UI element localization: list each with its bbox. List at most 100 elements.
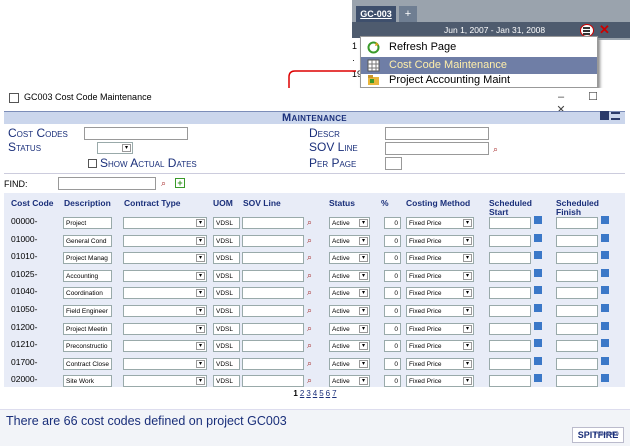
scheduled-finish-input[interactable] [556, 375, 598, 388]
cost-codes-input[interactable] [84, 127, 188, 140]
per-page-input[interactable] [385, 157, 402, 170]
contract-type-select[interactable]: ▾ [123, 322, 207, 335]
scheduled-start-input[interactable] [489, 305, 531, 317]
costing-method-select[interactable]: Fixed Price ▾ [406, 217, 474, 229]
contract-type-select[interactable]: ▾ [123, 234, 207, 247]
page-link[interactable]: 4 [313, 389, 317, 398]
sov-line-input[interactable] [242, 340, 304, 353]
percent-input[interactable]: 0 [384, 252, 401, 265]
page-link[interactable]: 3 [306, 389, 310, 398]
sov-line-input[interactable] [242, 357, 304, 370]
status-select[interactable]: Active ▾ [329, 217, 370, 229]
menu-item-refresh[interactable]: Refresh Page [361, 39, 597, 56]
scheduled-start-input[interactable] [489, 375, 531, 388]
list-icon[interactable] [611, 112, 620, 120]
menu-item-project-accounting[interactable]: Project Accounting Maint [361, 72, 597, 89]
calendar-icon[interactable] [601, 374, 609, 383]
minimize-button[interactable]: – [545, 91, 577, 103]
tab-gc003[interactable]: GC-003 [356, 6, 396, 22]
scheduled-start-input[interactable] [489, 322, 531, 335]
calendar-icon[interactable] [534, 251, 542, 260]
percent-input[interactable]: 0 [384, 305, 401, 317]
scheduled-finish-input[interactable] [556, 287, 598, 300]
scheduled-finish-input[interactable] [556, 305, 598, 317]
calendar-icon[interactable] [534, 339, 542, 348]
scheduled-finish-input[interactable] [556, 269, 598, 282]
status-select[interactable]: Active ▾ [329, 234, 370, 247]
scheduled-finish-input[interactable] [556, 357, 598, 370]
contract-type-select[interactable]: ▾ [123, 340, 207, 353]
lookup-icon[interactable]: ⌕ [307, 358, 312, 369]
sov-line-input[interactable] [242, 375, 304, 388]
close-icon[interactable]: ✕ [599, 22, 610, 38]
contract-type-select[interactable]: ▾ [123, 375, 207, 388]
contract-type-select[interactable]: ▾ [123, 305, 207, 317]
uom-input[interactable]: VDSL [213, 252, 240, 265]
find-input[interactable] [58, 177, 156, 190]
percent-input[interactable]: 0 [384, 340, 401, 353]
percent-input[interactable]: 0 [384, 322, 401, 335]
calendar-icon[interactable] [534, 216, 542, 224]
status-select[interactable]: Active ▾ [329, 252, 370, 265]
sov-line-input[interactable] [242, 234, 304, 247]
status-select[interactable]: Active ▾ [329, 357, 370, 370]
calendar-icon[interactable] [601, 321, 609, 330]
costing-method-select[interactable]: Fixed Price ▾ [406, 357, 474, 370]
calendar-icon[interactable] [601, 339, 609, 348]
uom-input[interactable]: VDSL [213, 322, 240, 335]
add-tab-button[interactable]: + [399, 6, 417, 22]
uom-input[interactable]: VDSL [213, 269, 240, 282]
lookup-icon[interactable]: ⌕ [307, 217, 312, 228]
calendar-icon[interactable] [601, 216, 609, 224]
scheduled-finish-input[interactable] [556, 217, 598, 229]
costing-method-select[interactable]: Fixed Price ▾ [406, 305, 474, 317]
status-select[interactable]: Active ▾ [329, 375, 370, 388]
contract-type-select[interactable]: ▾ [123, 252, 207, 265]
percent-input[interactable]: 0 [384, 217, 401, 229]
status-select[interactable]: ▾ [97, 142, 133, 154]
description-input[interactable]: Accounting [63, 269, 112, 282]
calendar-icon[interactable] [534, 321, 542, 330]
lookup-icon[interactable]: ⌕ [307, 235, 312, 246]
description-input[interactable]: Preconstructio [63, 340, 112, 353]
percent-input[interactable]: 0 [384, 269, 401, 282]
calendar-icon[interactable] [534, 268, 542, 277]
contract-type-select[interactable]: ▾ [123, 287, 207, 300]
description-input[interactable]: Project [63, 217, 112, 229]
sov-line-input[interactable] [242, 305, 304, 317]
sov-line-input[interactable] [242, 252, 304, 265]
costing-method-select[interactable]: Fixed Price ▾ [406, 322, 474, 335]
scheduled-finish-input[interactable] [556, 322, 598, 335]
calendar-icon[interactable] [601, 268, 609, 277]
page-link[interactable]: 6 [326, 389, 330, 398]
uom-input[interactable]: VDSL [213, 305, 240, 317]
status-select[interactable]: Active ▾ [329, 340, 370, 353]
sov-line-input[interactable] [385, 142, 489, 155]
contract-type-select[interactable]: ▾ [123, 357, 207, 370]
lookup-icon[interactable]: ⌕ [493, 144, 498, 155]
scheduled-start-input[interactable] [489, 357, 531, 370]
scheduled-start-input[interactable] [489, 269, 531, 282]
description-input[interactable]: General Cond [63, 234, 112, 247]
description-input[interactable]: Project Meetin [63, 322, 112, 335]
calendar-icon[interactable] [534, 304, 542, 312]
uom-input[interactable]: VDSL [213, 375, 240, 388]
scheduled-start-input[interactable] [489, 252, 531, 265]
lookup-icon[interactable]: ⌕ [307, 375, 312, 386]
scheduled-start-input[interactable] [489, 287, 531, 300]
uom-input[interactable]: VDSL [213, 357, 240, 370]
calendar-icon[interactable] [534, 233, 542, 242]
contract-type-select[interactable]: ▾ [123, 269, 207, 282]
description-input[interactable]: Field Engineer [63, 305, 112, 317]
calendar-icon[interactable] [534, 286, 542, 295]
sov-line-input[interactable] [242, 217, 304, 229]
lookup-icon[interactable]: ⌕ [307, 340, 312, 351]
page-link[interactable]: 7 [332, 389, 336, 398]
calendar-icon[interactable] [601, 233, 609, 242]
page-link[interactable]: 5 [319, 389, 323, 398]
costing-method-select[interactable]: Fixed Price ▾ [406, 269, 474, 282]
status-select[interactable]: Active ▾ [329, 269, 370, 282]
uom-input[interactable]: VDSL [213, 287, 240, 300]
lookup-icon[interactable]: ⌕ [307, 323, 312, 334]
scheduled-start-input[interactable] [489, 340, 531, 353]
